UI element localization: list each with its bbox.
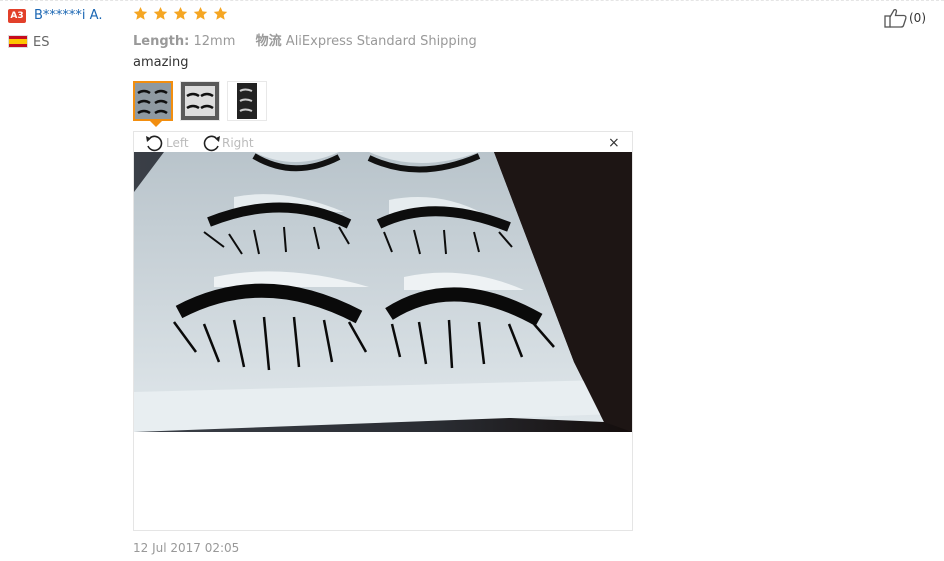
rotate-right-button[interactable]: Right (200, 133, 254, 153)
star-icon (173, 6, 188, 21)
reviewer-name[interactable]: B******i A. (34, 8, 102, 23)
rotate-left-button[interactable]: Left (144, 133, 189, 153)
attr-length-key: Length: (133, 34, 190, 49)
image-viewer: Left Right × (133, 131, 633, 531)
star-icon (193, 6, 208, 21)
review-thumbnail-2[interactable] (180, 81, 220, 121)
review-thumbnail-3[interactable] (227, 81, 267, 121)
star-icon (153, 6, 168, 21)
review-thumbnail-1[interactable] (133, 81, 173, 121)
star-icon (133, 6, 148, 21)
rotate-left-label: Left (166, 136, 189, 150)
thumbs-up-icon (884, 8, 908, 28)
purchase-attributes: Length: 12mm 物流 AliExpress Standard Ship… (133, 30, 477, 49)
rotate-right-icon (200, 133, 222, 153)
country-code: ES (33, 35, 50, 50)
rotate-left-icon (144, 133, 166, 153)
rotate-right-label: Right (222, 136, 254, 150)
attr-shipping-value: AliExpress Standard Shipping (285, 34, 477, 49)
star-icon (213, 6, 228, 21)
star-rating (133, 6, 228, 24)
user-level-badge: A3 (8, 9, 26, 23)
selected-thumbnail-indicator (150, 121, 162, 127)
review-date: 12 Jul 2017 02:05 (133, 541, 240, 555)
helpful-button[interactable]: (0) (884, 8, 926, 28)
review-text: amazing (133, 55, 189, 70)
review-photo (134, 152, 632, 432)
helpful-count: (0) (909, 11, 926, 25)
review-separator (0, 0, 944, 1)
attr-length-value: 12mm (193, 34, 236, 49)
attr-shipping-key: 物流 (255, 34, 282, 49)
spain-flag-icon (8, 35, 28, 48)
close-viewer-button[interactable]: × (608, 136, 620, 150)
